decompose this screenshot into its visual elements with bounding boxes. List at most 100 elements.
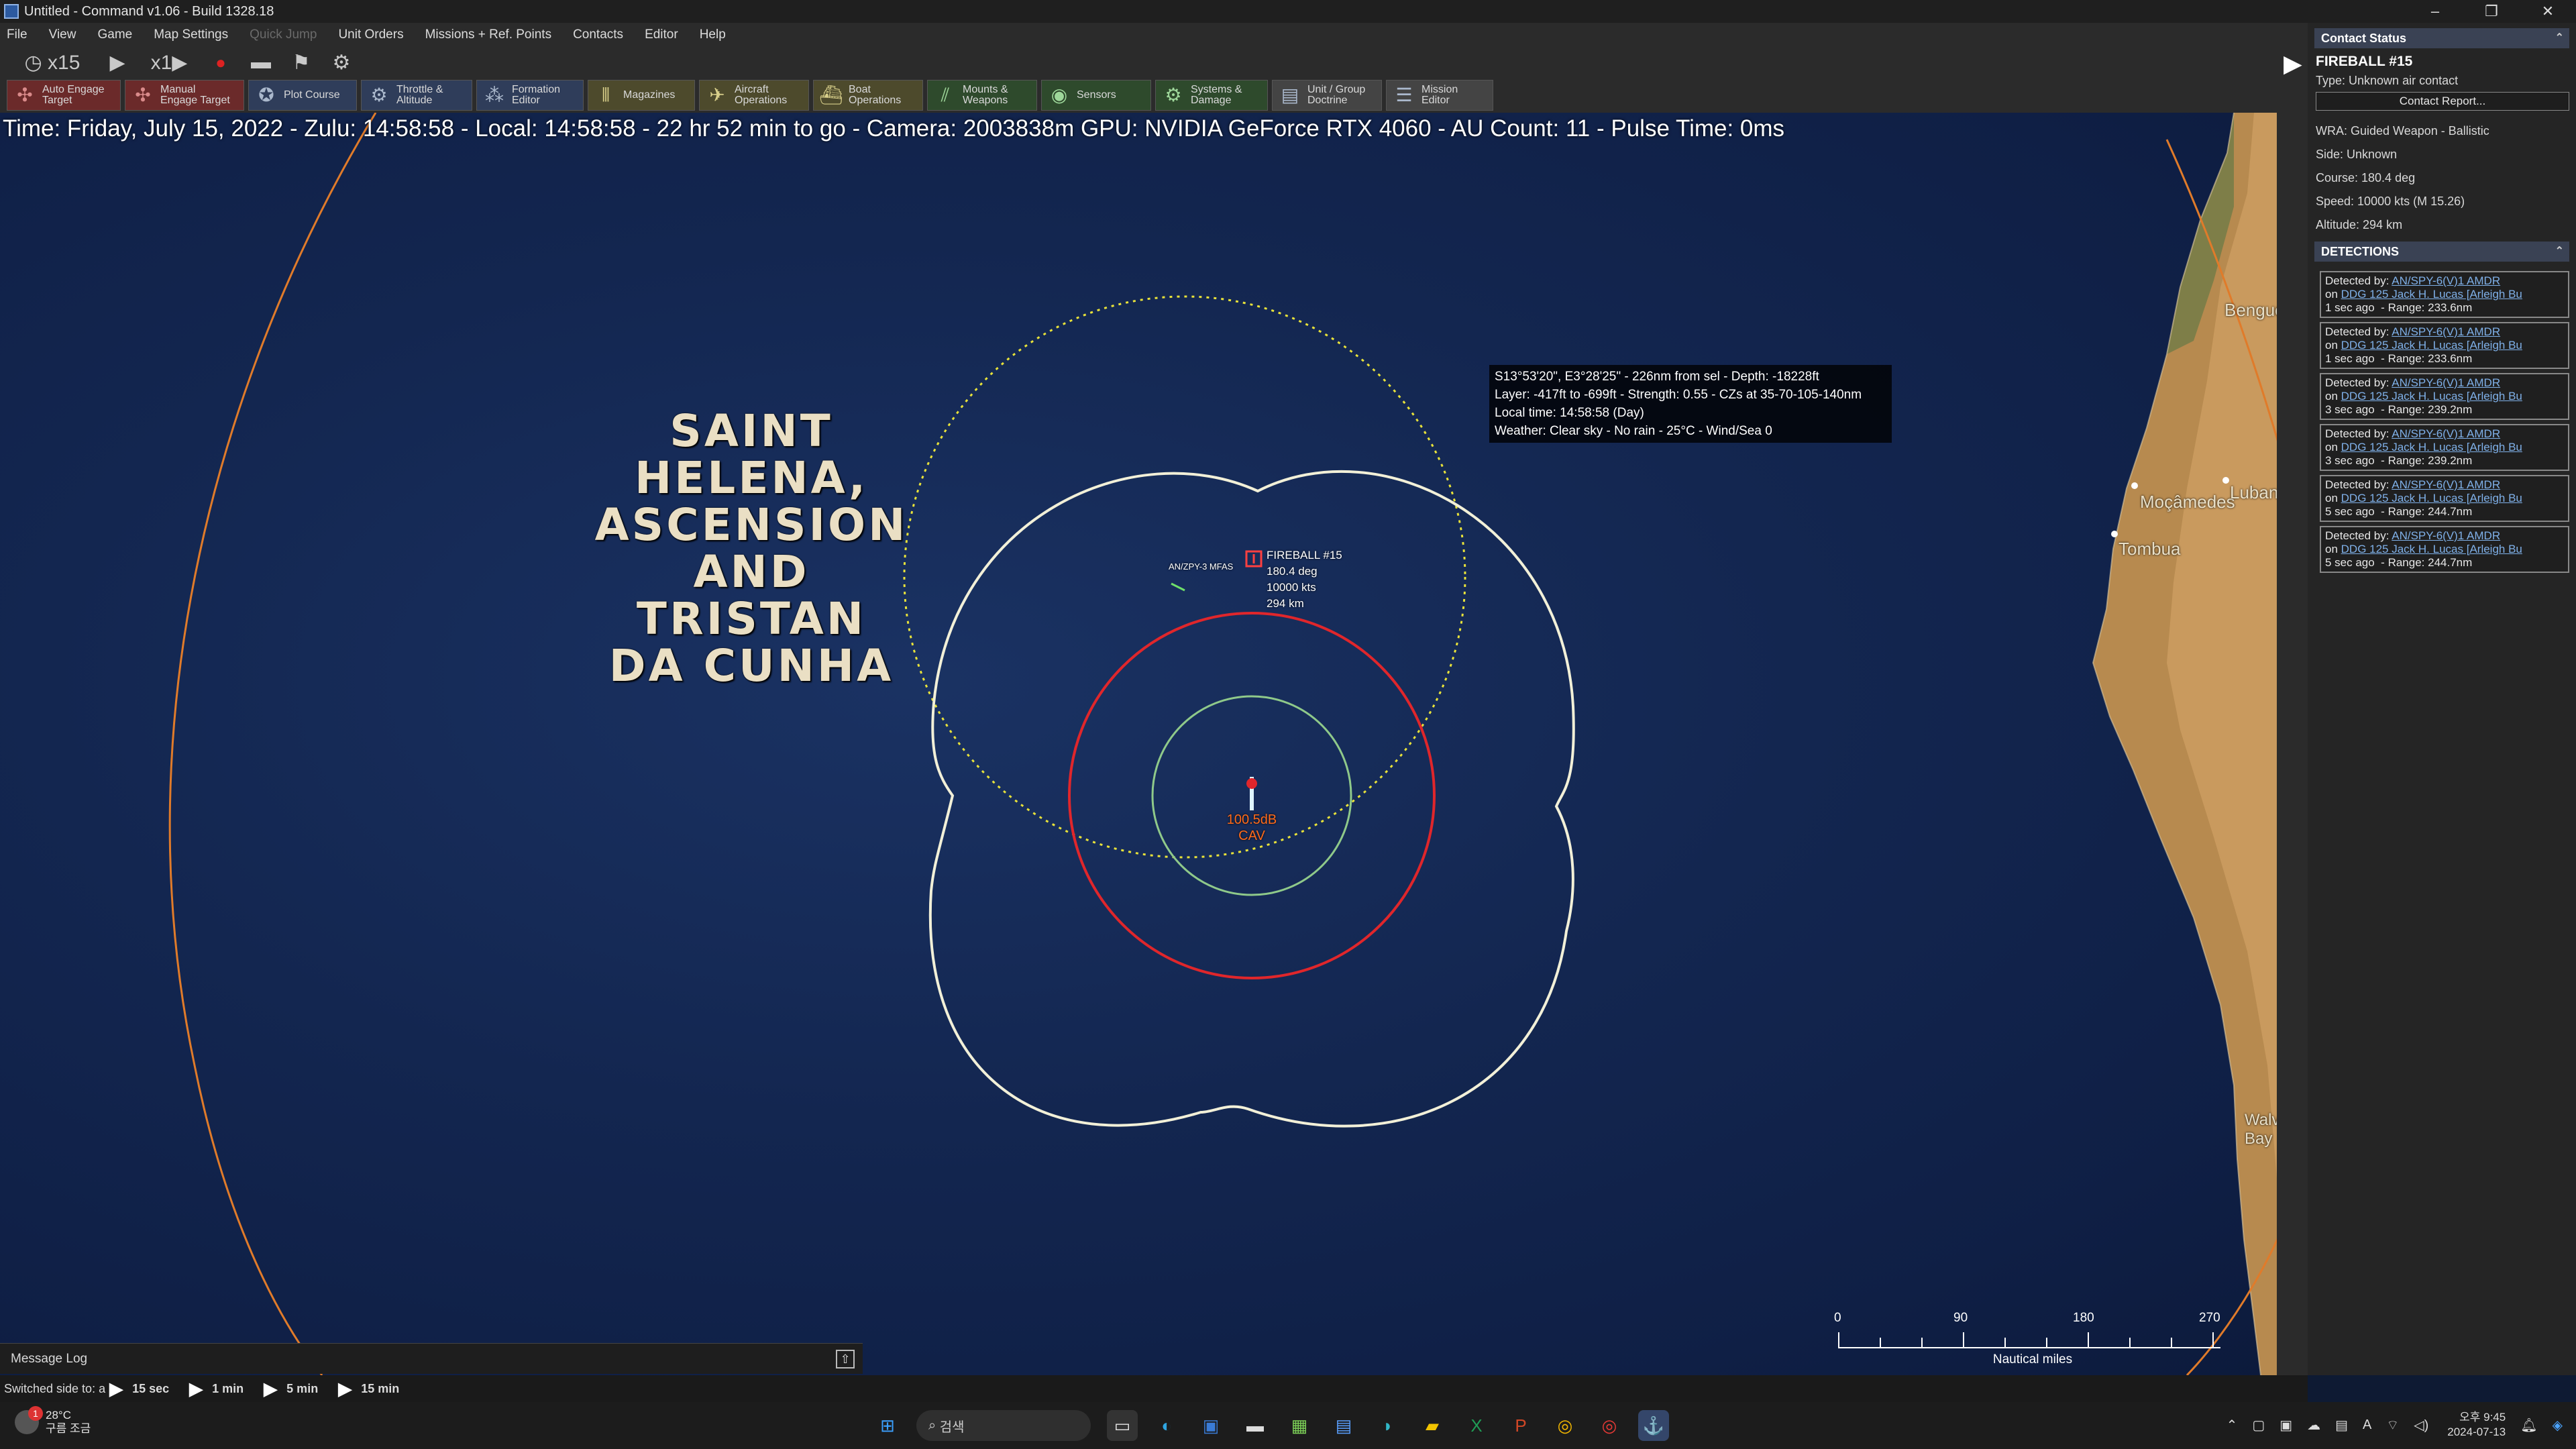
mounts-weapons-button[interactable]: ⫽ Mounts & Weapons: [927, 80, 1037, 111]
time-compression-bar: Switched side to: a ▶ 15 sec ▶ 1 min ▶ 5 mi…: [0, 1375, 2308, 1402]
record-icon[interactable]: ●: [205, 50, 236, 75]
app-icon-teal[interactable]: ◗: [1373, 1410, 1403, 1441]
boat-operations-button[interactable]: ⛴ Boat Operations: [813, 80, 923, 111]
auto-engage-button[interactable]: ✣ Auto Engage Target: [7, 80, 121, 111]
throttle-altitude-button[interactable]: ⚙ Throttle & Altitude: [361, 80, 472, 111]
task-view-icon[interactable]: ▭: [1107, 1410, 1138, 1441]
tray-app-icon[interactable]: ▣: [2279, 1417, 2292, 1434]
terminal-icon[interactable]: ▬: [1240, 1410, 1271, 1441]
time-compression-button[interactable]: ◷ x15: [12, 50, 93, 75]
menu-file[interactable]: File: [7, 28, 28, 42]
notification-bell-icon[interactable]: 🔔︎: [2520, 1417, 2537, 1434]
place-label-mocamedes: Moçâmedes: [2140, 492, 2235, 512]
contact-name: FIREBALL #15: [2316, 54, 2413, 69]
step-15-sec[interactable]: ▶ 15 sec: [109, 1379, 169, 1399]
excel-icon[interactable]: X: [1461, 1410, 1492, 1441]
ime-icon[interactable]: A: [2363, 1417, 2371, 1433]
menu-view[interactable]: View: [49, 28, 76, 42]
wifi-icon[interactable]: ⌔: [2386, 1417, 2399, 1434]
chrome-icon[interactable]: ◎: [1550, 1410, 1580, 1441]
platform-link[interactable]: DDG 125 Jack H. Lucas [Arleigh Bu: [2341, 390, 2522, 402]
own-unit-label[interactable]: 100.5dB CAV: [1212, 812, 1292, 844]
detections-header[interactable]: DETECTIONS ⌃: [2314, 241, 2569, 262]
platform-link[interactable]: DDG 125 Jack H. Lucas [Arleigh Bu: [2341, 339, 2522, 352]
copilot-icon[interactable]: ◈: [2553, 1417, 2563, 1434]
step-1-min[interactable]: ▶ 1 min: [189, 1379, 244, 1399]
command-app-icon[interactable]: ⚓: [1638, 1410, 1669, 1441]
manual-engage-button[interactable]: ✣ Manual Engage Target: [125, 80, 244, 111]
menu-help[interactable]: Help: [700, 28, 726, 42]
aircraft-icon: ✈: [709, 85, 725, 105]
chevron-up-icon[interactable]: ⌃: [2226, 1417, 2238, 1434]
collapse-panel-icon[interactable]: ▶: [2284, 50, 2302, 78]
region-label: SAINT HELENA, ASCENSION AND TRISTAN DA C…: [594, 405, 908, 692]
settings-gear-icon[interactable]: ⚙: [326, 50, 357, 75]
sheet-app-icon[interactable]: ▦: [1284, 1410, 1315, 1441]
platform-link[interactable]: DDG 125 Jack H. Lucas [Arleigh Bu: [2341, 441, 2522, 453]
doctrine-button[interactable]: ▤ Unit / Group Doctrine: [1272, 80, 1382, 111]
volume-icon[interactable]: ◁): [2414, 1417, 2428, 1434]
side-panel-handle[interactable]: ▶: [2277, 23, 2308, 1375]
contact-status-header[interactable]: Contact Status ⌃: [2314, 28, 2569, 48]
play-icon[interactable]: ▶: [102, 50, 133, 75]
expand-log-icon[interactable]: ⇧: [836, 1350, 855, 1368]
platform-link[interactable]: DDG 125 Jack H. Lucas [Arleigh Bu: [2341, 492, 2522, 504]
minimize-button[interactable]: –: [2407, 0, 2463, 23]
message-log[interactable]: Message Log ⇧: [0, 1343, 863, 1374]
sensors-button[interactable]: ◉ Sensors: [1041, 80, 1151, 111]
menu-quick-jump[interactable]: Quick Jump: [250, 28, 317, 42]
menu-unit-orders[interactable]: Unit Orders: [338, 28, 403, 42]
sensor-link[interactable]: AN/SPY-6(V)1 AMDR: [2392, 529, 2500, 542]
menu-editor[interactable]: Editor: [645, 28, 678, 42]
ship-icon[interactable]: ▬: [246, 50, 276, 75]
collapse-chevron-icon: ⌃: [2555, 246, 2564, 257]
window-title: Untitled - Command v1.06 - Build 1328.18: [24, 3, 274, 19]
sensor-link[interactable]: AN/SPY-6(V)1 AMDR: [2392, 376, 2500, 389]
tray-app-icon[interactable]: ▢: [2252, 1417, 2265, 1434]
sensor-label: AN/ZPY-3 MFAS: [1169, 561, 1234, 572]
systems-damage-button[interactable]: ⚙ Systems & Damage: [1155, 80, 1268, 111]
contact-report-button[interactable]: Contact Report...: [2316, 92, 2569, 111]
step-15-min[interactable]: ▶ 15 min: [338, 1379, 399, 1399]
close-button[interactable]: ✕: [2520, 0, 2576, 23]
store-icon[interactable]: ▣: [1195, 1410, 1226, 1441]
magazines-button[interactable]: ⦀ Magazines: [588, 80, 695, 111]
mission-icon: ☰: [1395, 85, 1413, 105]
tray-app-icon[interactable]: ▤: [2335, 1417, 2348, 1434]
plot-course-button[interactable]: ✪ Plot Course: [248, 80, 357, 111]
menu-map-settings[interactable]: Map Settings: [154, 28, 228, 42]
menu-missions[interactable]: Missions + Ref. Points: [425, 28, 552, 42]
sensor-track-mark: [1171, 582, 1185, 592]
formation-editor-button[interactable]: ⁂ Formation Editor: [476, 80, 584, 111]
speed-button[interactable]: x1▶: [142, 50, 196, 75]
maximize-button[interactable]: ❐: [2463, 0, 2520, 23]
sensor-link[interactable]: AN/SPY-6(V)1 AMDR: [2392, 325, 2500, 338]
sensor-link[interactable]: AN/SPY-6(V)1 AMDR: [2392, 427, 2500, 440]
contact-label[interactable]: FIREBALL #15 180.4 deg 10000 kts 294 km: [1267, 547, 1342, 612]
calculator-icon[interactable]: ▤: [1328, 1410, 1359, 1441]
file-explorer-icon[interactable]: ▰: [1417, 1410, 1448, 1441]
powerpoint-icon[interactable]: P: [1505, 1410, 1536, 1441]
start-button-icon[interactable]: ⊞: [872, 1410, 903, 1441]
cloud-icon[interactable]: ☁: [2307, 1417, 2320, 1434]
app-icon: [4, 4, 19, 19]
edge-browser-icon[interactable]: ◐: [1151, 1410, 1182, 1441]
menu-contacts[interactable]: Contacts: [573, 28, 623, 42]
mission-editor-button[interactable]: ☰ Mission Editor: [1386, 80, 1493, 111]
taskbar-clock[interactable]: 오후 9:45 2024-07-13: [2447, 1410, 2506, 1440]
chrome-profile-icon[interactable]: ◎: [1594, 1410, 1625, 1441]
detection-item: Detected by: AN/SPY-6(V)1 AMDR on DDG 12…: [2320, 475, 2569, 522]
flag-icon[interactable]: ⚑: [286, 50, 317, 75]
step-5-min[interactable]: ▶ 5 min: [264, 1379, 318, 1399]
platform-link[interactable]: DDG 125 Jack H. Lucas [Arleigh Bu: [2341, 543, 2522, 555]
taskbar-search[interactable]: ⌕ 검색: [916, 1410, 1091, 1441]
platform-link[interactable]: DDG 125 Jack H. Lucas [Arleigh Bu: [2341, 288, 2522, 301]
contact-side: Side: Unknown: [2316, 148, 2398, 161]
formation-icon: ⁂: [485, 85, 504, 105]
aircraft-operations-button[interactable]: ✈ Aircraft Operations: [699, 80, 809, 111]
sensor-link[interactable]: AN/SPY-6(V)1 AMDR: [2392, 478, 2500, 491]
tactical-map[interactable]: Time: Friday, July 15, 2022 - Zulu: 14:5…: [0, 113, 2308, 1375]
sensor-link[interactable]: AN/SPY-6(V)1 AMDR: [2392, 274, 2500, 287]
menu-game[interactable]: Game: [97, 28, 132, 42]
weather-widget[interactable]: 1 28°C 구름 조금: [15, 1406, 91, 1436]
